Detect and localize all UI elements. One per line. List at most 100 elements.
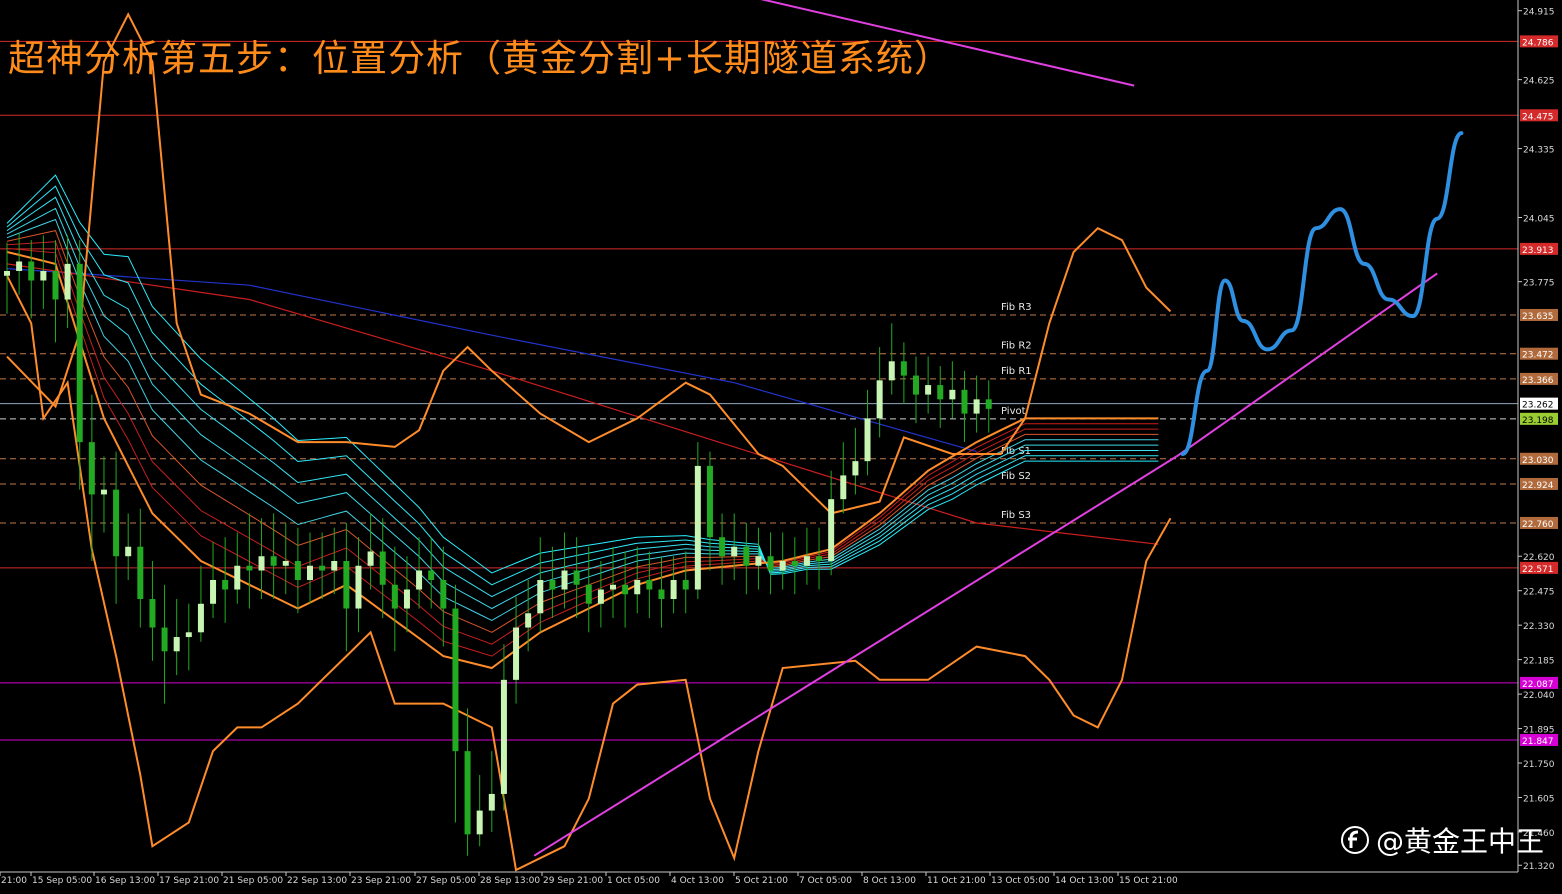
x-tick-label: 15 Oct 21:00 (1119, 876, 1178, 886)
x-tick-label: 4 Oct 13:00 (671, 876, 724, 886)
candle-body (888, 361, 895, 381)
candle-body (76, 263, 83, 443)
y-tick-label: 24.625 (1523, 77, 1555, 87)
candle-body (852, 461, 859, 476)
candle-body (767, 556, 774, 571)
price-tag-label: 23.262 (1522, 401, 1554, 411)
y-tick-label: 22.330 (1523, 622, 1555, 632)
watermark-logo-icon (1340, 826, 1369, 854)
candle-body (561, 570, 568, 590)
candle-body (816, 556, 823, 561)
candle-body (610, 584, 616, 590)
chart-title: 超神分析第五步：位置分析（黄金分割+长期隧道系统） (8, 37, 953, 80)
y-tick-label: 23.775 (1523, 279, 1555, 289)
price-axis-bg (1518, 0, 1562, 890)
y-tick-label: 22.185 (1523, 657, 1555, 667)
price-tag-label: 22.760 (1522, 520, 1554, 530)
candle-body (706, 465, 713, 538)
x-tick-label: 14 Oct 13:00 (1055, 876, 1114, 886)
price-tag-label: 22.571 (1522, 565, 1554, 575)
candle-body (88, 442, 95, 495)
price-tag-label: 23.913 (1522, 246, 1554, 256)
candle-body (828, 499, 835, 561)
candle-body (864, 418, 871, 462)
price-tag-label: 23.366 (1522, 376, 1554, 386)
x-tick-label: 29 Sep 21:00 (543, 876, 603, 886)
x-tick-label: 11 Oct 21:00 (927, 876, 986, 886)
candle-body (476, 810, 483, 835)
candle-body (197, 603, 204, 633)
candle-body (743, 546, 750, 566)
candle-body (343, 560, 350, 609)
candle-body (549, 580, 556, 590)
price-tag-label: 22.924 (1522, 481, 1554, 491)
x-tick-label: 21:00 (1, 876, 27, 886)
fib-label: Fib R3 (1001, 302, 1032, 313)
price-tag-label: 23.030 (1522, 456, 1554, 466)
y-tick-label: 22.475 (1523, 588, 1555, 598)
candle-body (113, 489, 120, 557)
x-tick-label: 13 Oct 05:00 (991, 876, 1050, 886)
candle-body (719, 537, 726, 557)
price-tag-label: 23.472 (1522, 351, 1554, 361)
time-axis: 21:00 15 Sep 05:00 16 Sep 13:00 17 Sep 21:0… (0, 871, 1562, 890)
candle-body (16, 261, 23, 271)
candle-body (222, 580, 229, 590)
candle-body (161, 627, 168, 652)
candle-body (537, 580, 544, 614)
candle-body (282, 560, 289, 566)
candle-body (403, 589, 410, 609)
candle-body (28, 261, 35, 281)
x-tick-label: 15 Sep 05:00 (32, 876, 92, 886)
candle-body (658, 589, 665, 600)
candle-body (622, 584, 629, 595)
candle-body (307, 565, 313, 580)
candle-body (464, 751, 471, 835)
price-chart: Fib R3Fib R2Fib R1PivotFib S1Fib S2Fib S… (0, 0, 1562, 890)
candle-body (391, 584, 398, 609)
candle-body (500, 679, 507, 794)
watermark-text: @黄金王中王 (1375, 825, 1544, 858)
y-tick-label: 24.045 (1523, 215, 1555, 225)
candle-body (428, 570, 435, 580)
candle-body (270, 556, 277, 566)
candle-body (803, 556, 810, 566)
candle-body (355, 565, 362, 609)
candle-body (40, 270, 47, 281)
y-tick-label: 21.750 (1523, 760, 1555, 770)
price-tag-label: 24.475 (1522, 112, 1554, 122)
candle-body (319, 565, 326, 571)
candle-body (100, 489, 107, 495)
candle-body (925, 385, 932, 395)
candle-body (367, 551, 374, 566)
x-tick-label: 28 Sep 13:00 (480, 876, 540, 886)
y-tick-label: 24.335 (1523, 146, 1555, 156)
price-tag-label: 23.635 (1522, 312, 1554, 322)
x-tick-label: 8 Oct 13:00 (863, 876, 916, 886)
candle-body (791, 560, 798, 566)
candle-body (646, 580, 653, 590)
candle-body (379, 551, 386, 585)
price-axis: 24.915 24.625 24.335 24.045 23.775 22.620 22.4… (1517, 0, 1562, 890)
candle-body (973, 399, 980, 414)
candle-body (331, 560, 338, 571)
y-tick-label: 21.605 (1523, 795, 1555, 805)
x-tick-label: 1 Oct 05:00 (607, 876, 660, 886)
candle-body (125, 546, 132, 557)
x-tick-label: 16 Sep 13:00 (95, 876, 155, 886)
fib-label: Fib R1 (1001, 366, 1032, 377)
chart-canvas: Fib R3 Fib R2 Fib R1 Pivot Fib S1 Fib S2 Fib S… (0, 0, 1562, 890)
candle-body (513, 627, 520, 680)
y-tick-label: 21.320 (1523, 862, 1555, 872)
candle-body (937, 385, 944, 400)
candle-body (731, 546, 738, 557)
candle-body (173, 637, 180, 652)
candle-body (694, 465, 701, 590)
y-tick-label: 22.620 (1523, 553, 1555, 563)
candle-body (64, 263, 71, 300)
x-tick-label: 17 Sep 21:00 (159, 876, 219, 886)
candle-body (525, 613, 532, 628)
candle-body (234, 565, 241, 590)
candle-body (52, 270, 59, 300)
price-tag-label: 23.198 (1522, 416, 1554, 426)
